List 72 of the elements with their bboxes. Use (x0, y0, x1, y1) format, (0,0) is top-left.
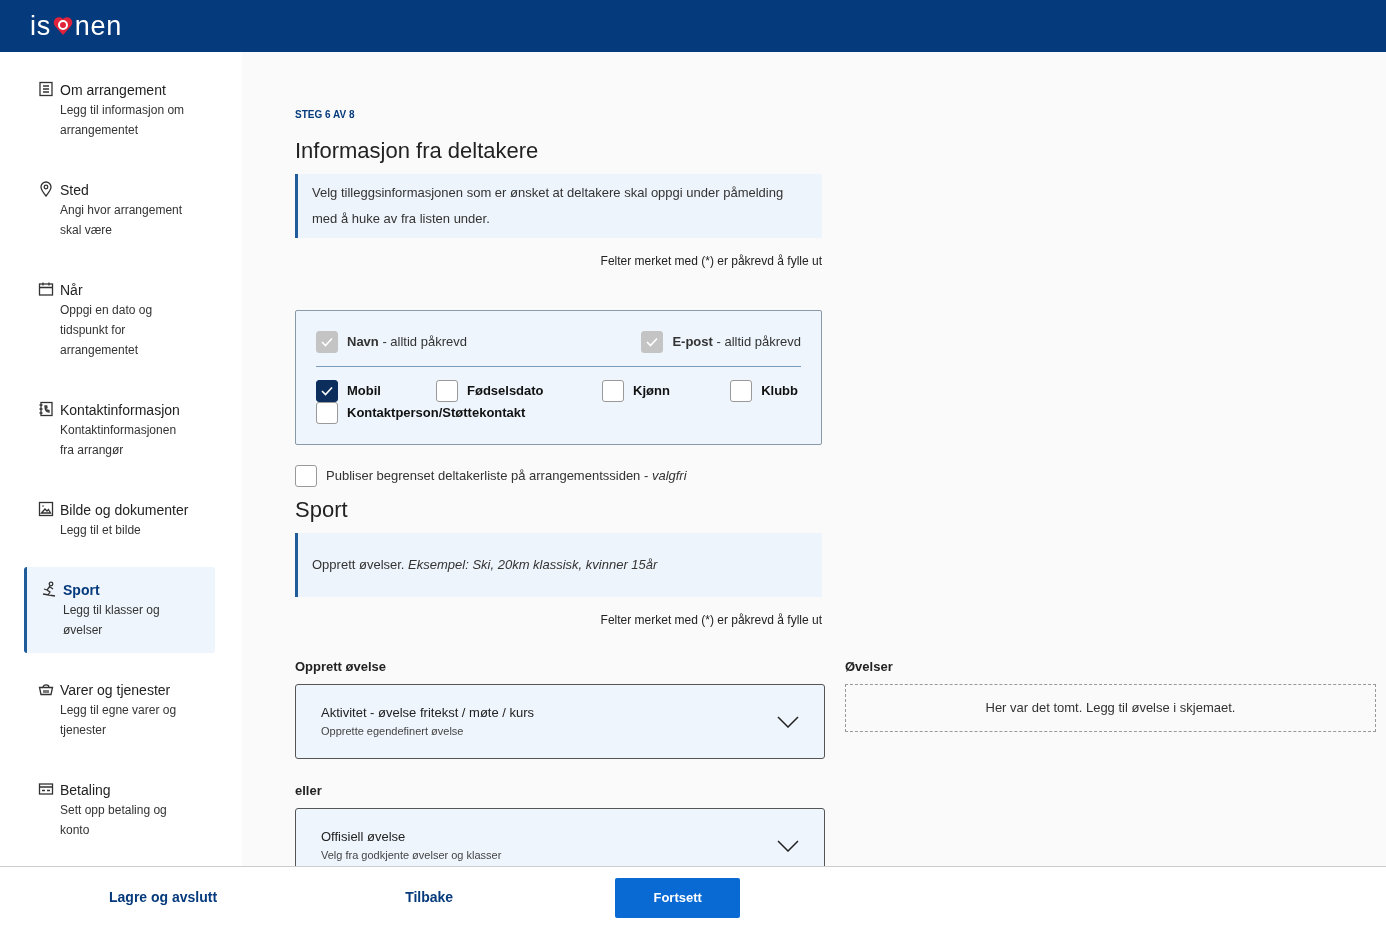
checkbox-label: Kjønn (633, 382, 670, 401)
step-title: Sport (63, 581, 101, 600)
checkbox-label: Klubb (761, 382, 798, 401)
step-title: Bilde og dokumenter (60, 501, 190, 520)
checkbox[interactable] (602, 380, 624, 402)
dropdown-subtitle: Velg fra godkjente øvelser og klasser (321, 847, 502, 863)
checkbox-label: Mobil (347, 382, 381, 401)
checkbox-label: Fødselsdato (467, 382, 544, 401)
step-title: Kontaktinformasjon (60, 401, 181, 420)
checkmark-icon (320, 384, 334, 398)
step-description: Oppgi en dato og tidspunkt for arrangementet (60, 302, 154, 359)
step-description: Legg til informasjon om arrangementet (60, 102, 186, 139)
sidebar-item[interactable]: Kontaktinformasjon Kontaktinformasjonen fra arrangør (24, 380, 215, 480)
dropdown[interactable]: Aktivitet - øvelse fritekst / møte / kurs Opprette egendefinert øvelse (295, 684, 825, 759)
checkbox-label: Kontaktperson/Støttekontakt (347, 404, 526, 423)
chevron-icon (777, 839, 799, 852)
checkbox-label: Navn - alltid påkrevd (347, 333, 467, 352)
step-description: Sett opp betaling og konto (60, 802, 168, 839)
required-note: Felter merket med (*) er påkrevd å fylle ut (600, 253, 822, 270)
checkbox[interactable] (730, 380, 753, 402)
card-icon (38, 781, 54, 797)
empty-message: Her var det tomt. Legg til øvelse i skjemaet. (985, 699, 1236, 718)
heart-logo-icon (51, 15, 74, 37)
step-title: Sted (60, 181, 90, 200)
step-description: Legg til et bilde (60, 522, 142, 539)
required-note: Felter merket med (*) er påkrevd å fylle ut (600, 612, 822, 629)
location-pin-icon (38, 181, 54, 197)
step-description: Legg til egne varer og tjenester (60, 702, 178, 739)
footer-link[interactable]: Tilbake (401, 877, 458, 918)
dropdown[interactable]: Offisiell øvelse Velg fra godkjente øvelser og klasser (295, 808, 825, 866)
step-title: Betaling (60, 781, 112, 800)
sidebar-item[interactable]: Bilde og dokumenter Legg til et bilde (24, 480, 215, 560)
step-title: Når (60, 281, 84, 300)
field-label: Øvelser (845, 659, 894, 675)
sidebar-item[interactable]: Sted Angi hvor arrangement skal være (24, 160, 215, 260)
step-indicator: STEG 6 AV 8 (295, 108, 356, 122)
checkbox[interactable] (316, 380, 338, 402)
info-text: Opprett øvelser. Eksempel: Ski, 20km klassisk, kvinner 15år (312, 556, 659, 574)
image-icon (38, 501, 54, 517)
basket-icon (38, 681, 54, 697)
footer-link[interactable]: Lagre og avslutt (105, 877, 222, 918)
checkbox[interactable] (295, 465, 317, 487)
separator-text: eller (295, 783, 323, 799)
logo-text: is (30, 12, 51, 40)
sidebar-item[interactable]: Om arrangement Legg til informasjon om arrangementet (24, 60, 215, 160)
checkbox-label: E-post - alltid påkrevd (672, 333, 801, 352)
step-title: Varer og tjenester (60, 681, 172, 700)
sidebar-item[interactable]: Sport Legg til klasser og øvelser (24, 567, 215, 653)
step-description: Legg til klasser og øvelser (63, 602, 161, 639)
checkbox[interactable] (316, 402, 338, 424)
sidebar-item[interactable]: Betaling Sett opp betaling og konto (24, 760, 215, 860)
info-text: Velg tilleggsinformasjonen som er ønsket at deltakere skal oppgi under påmelding med å huke av fra listen under. (312, 184, 785, 228)
checkbox-label: Publiser begrenset deltakerliste på arrangementssiden - valgfri (326, 467, 687, 486)
step-description: Angi hvor arrangement skal være (60, 202, 184, 239)
sidebar-item[interactable]: Når Oppgi en dato og tidspunkt for arrangementet (24, 260, 215, 380)
section-heading: Informasjon fra deltakere (295, 138, 540, 164)
logo-text: nen (74, 12, 122, 40)
checkbox[interactable] (436, 380, 458, 402)
dropdown-subtitle: Opprette egendefinert øvelse (321, 723, 465, 739)
step-description: Kontaktinformasjonen fra arrangør (60, 422, 178, 459)
dropdown-title: Aktivitet - øvelse fritekst / møte / kurs (321, 703, 535, 722)
step-title: Om arrangement (60, 81, 167, 100)
document-icon (38, 81, 54, 97)
field-label: Opprett øvelse (295, 659, 388, 675)
dropdown-title: Offisiell øvelse (321, 827, 407, 846)
chevron-icon (777, 715, 799, 728)
continue-button[interactable]: Fortsett (615, 877, 741, 918)
calendar-icon (38, 281, 54, 297)
contact-book-icon (38, 401, 54, 417)
section-heading: Sport (295, 497, 349, 523)
skier-icon (41, 581, 57, 597)
sidebar-item[interactable]: Varer og tjenester Legg til egne varer og tjenester (24, 660, 215, 760)
